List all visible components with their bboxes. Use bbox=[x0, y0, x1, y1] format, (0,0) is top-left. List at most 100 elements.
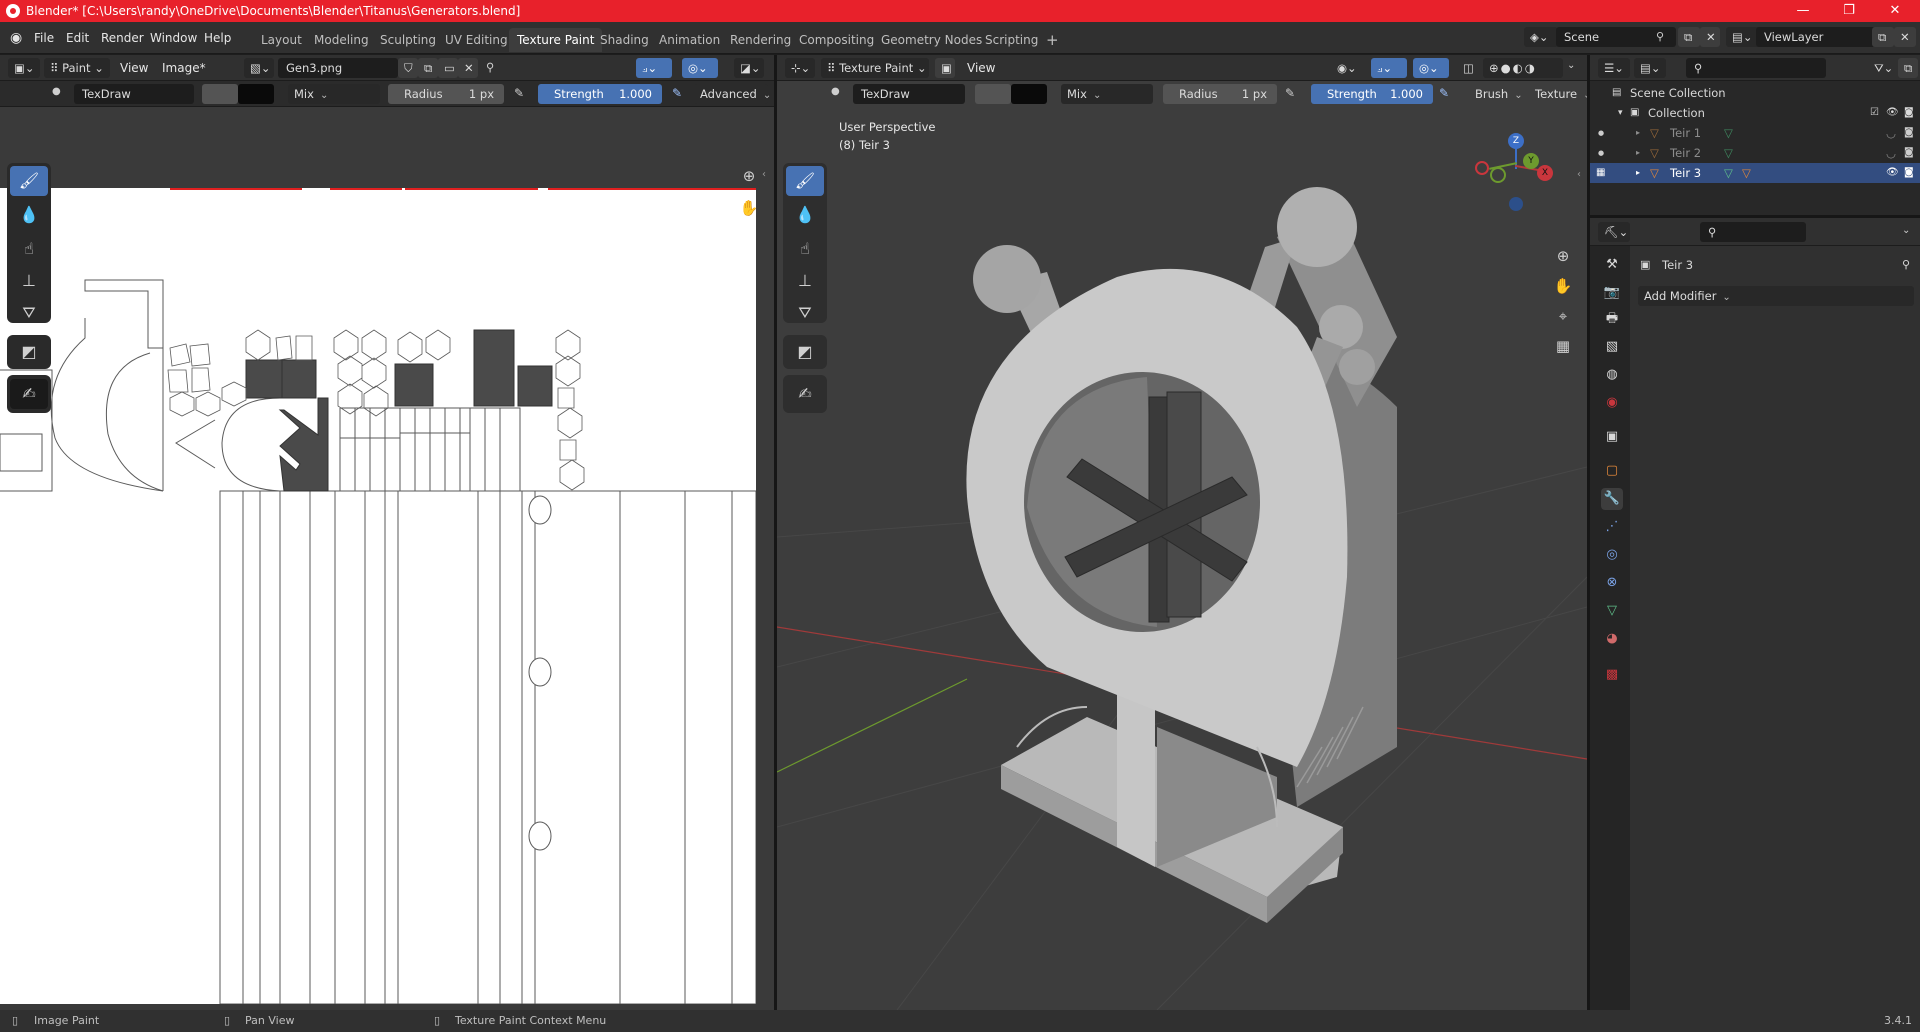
navigation-gizmo[interactable]: Z Y X bbox=[1461, 113, 1561, 213]
data-tab-icon[interactable]: ▽ bbox=[1601, 600, 1623, 622]
properties-editor-type-icon[interactable]: ⛏⌄ bbox=[1598, 222, 1630, 242]
close-button[interactable]: ✕ bbox=[1872, 0, 1918, 22]
scene-tab-icon[interactable]: ◍ bbox=[1601, 364, 1623, 386]
viewport-view-menu[interactable]: View bbox=[961, 58, 1001, 78]
delete-scene-icon[interactable]: ✕ bbox=[1700, 27, 1720, 47]
viewport-annotate-tool-icon[interactable]: ✍ bbox=[786, 379, 824, 409]
modifier-tab-icon[interactable]: 🔧 bbox=[1601, 488, 1623, 510]
menu-edit[interactable]: Edit bbox=[60, 28, 95, 48]
material-tab-icon[interactable]: ◕ bbox=[1601, 628, 1623, 650]
tab-modeling[interactable]: Modeling bbox=[306, 28, 377, 52]
teir3-visibility-icon[interactable]: 👁 bbox=[1886, 163, 1899, 183]
menu-file[interactable]: File bbox=[28, 28, 60, 48]
tab-scripting[interactable]: Scripting bbox=[977, 28, 1046, 52]
xray-icon[interactable]: ◫ bbox=[1457, 58, 1479, 78]
viewport-pan-icon[interactable]: ✋ bbox=[1550, 273, 1576, 299]
viewport-editor-type-icon[interactable]: ⊹⌄ bbox=[785, 58, 815, 78]
viewport-mask-tool-icon[interactable]: ◩ bbox=[786, 337, 824, 367]
open-image-icon[interactable]: ▭ bbox=[438, 58, 458, 78]
teir3-expand-icon[interactable]: ▸ bbox=[1636, 163, 1640, 183]
tab-compositing[interactable]: Compositing bbox=[791, 28, 882, 52]
image-view-menu[interactable]: View bbox=[114, 58, 154, 78]
viewport-fill-tool-icon[interactable]: ⛛ bbox=[786, 298, 824, 328]
viewport-smear-tool-icon[interactable]: ☝ bbox=[786, 234, 824, 264]
viewport-sidebar-toggle-icon[interactable]: ‹ bbox=[1577, 169, 1581, 180]
collection-expand-icon[interactable]: ▾ bbox=[1618, 103, 1623, 123]
object-tab-icon[interactable]: ▢ bbox=[1601, 460, 1623, 482]
brush-icon[interactable]: ● bbox=[52, 86, 61, 97]
outliner-row-teir1[interactable]: ● ▸ ▽ Teir 1 ▽ ◡ ◙ bbox=[1590, 123, 1920, 143]
fake-user-icon[interactable]: ⛉ bbox=[398, 58, 418, 78]
texture-paint-mode-dropdown[interactable]: ⠿ Texture Paint ⌄ bbox=[821, 58, 929, 78]
viewport-brush-icon[interactable]: ● bbox=[831, 86, 840, 97]
outliner-editor-type-icon[interactable]: ☰⌄ bbox=[1598, 58, 1630, 78]
collection-row[interactable]: ▾ ▣ Collection ☑ 👁 ◙ bbox=[1590, 103, 1920, 123]
pin-image-icon[interactable]: ⚲ bbox=[486, 60, 494, 74]
add-modifier-button[interactable]: Add Modifier bbox=[1638, 286, 1914, 306]
tab-animation[interactable]: Animation bbox=[651, 28, 728, 52]
collection-visibility-icon[interactable]: 👁 bbox=[1886, 103, 1899, 123]
gizmo-toggle-icon[interactable]: ⟓⌄ bbox=[1371, 58, 1407, 78]
viewport-soften-tool-icon[interactable]: 💧 bbox=[786, 200, 824, 230]
new-collection-icon[interactable]: ⧉ bbox=[1898, 58, 1918, 78]
viewport-pressure-strength-icon[interactable]: ✎ bbox=[1439, 86, 1449, 100]
radius-slider[interactable]: Radius 1 px bbox=[388, 84, 504, 104]
blend-mode-dropdown[interactable]: Mix bbox=[288, 84, 380, 104]
collection-checkbox-icon[interactable]: ☑ bbox=[1870, 103, 1879, 123]
viewlayer-selector-icon[interactable]: ▤⌄ bbox=[1726, 27, 1760, 47]
color-swatch-secondary[interactable] bbox=[238, 84, 274, 104]
pin-scene-icon[interactable]: ⚲ bbox=[1656, 30, 1664, 43]
paint-mode-dropdown[interactable]: ⠿ Paint ⌄ bbox=[44, 58, 110, 78]
pressure-radius-icon[interactable]: ✎ bbox=[514, 86, 524, 100]
collection-tab-icon[interactable]: ▣ bbox=[1601, 426, 1623, 448]
sidebar-toggle-icon[interactable]: ‹ bbox=[762, 169, 766, 180]
viewport-strength-slider[interactable]: Strength 1.000 bbox=[1311, 84, 1433, 104]
view-layer-tab-icon[interactable]: ▧ bbox=[1601, 336, 1623, 358]
viewport-pressure-radius-icon[interactable]: ✎ bbox=[1285, 86, 1295, 100]
teir1-expand-icon[interactable]: ▸ bbox=[1636, 123, 1640, 143]
gizmo-neg-x-ball[interactable] bbox=[1475, 161, 1489, 175]
shading-options-icon[interactable]: ⌄ bbox=[1567, 60, 1575, 71]
collection-render-icon[interactable]: ◙ bbox=[1904, 103, 1914, 123]
annotate-tool-icon[interactable]: ✍ bbox=[10, 379, 48, 409]
maximize-button[interactable]: ❐ bbox=[1826, 0, 1872, 22]
teir1-hidden-icon[interactable]: ◡ bbox=[1886, 123, 1896, 143]
particles-tab-icon[interactable]: ⋰ bbox=[1601, 516, 1623, 538]
scene-collection-row[interactable]: ▤ Scene Collection bbox=[1590, 83, 1920, 103]
uv-image[interactable] bbox=[0, 188, 756, 1004]
tab-geometry-nodes[interactable]: Geometry Nodes bbox=[873, 28, 990, 52]
color-swatch-primary[interactable] bbox=[202, 84, 238, 104]
gizmo-x-ball[interactable]: X bbox=[1537, 165, 1553, 181]
camera-view-icon[interactable]: ⌖ bbox=[1550, 303, 1576, 329]
gizmo-neg-y-ball[interactable] bbox=[1490, 167, 1506, 183]
viewport-draw-tool-icon[interactable]: 🖌 bbox=[786, 166, 824, 196]
viewport-color-primary[interactable] bbox=[975, 84, 1011, 104]
overlays-icon[interactable]: ◎⌄ bbox=[682, 58, 718, 78]
pressure-strength-icon[interactable]: ✎ bbox=[672, 86, 682, 100]
image-menu[interactable]: Image* bbox=[156, 58, 212, 78]
blender-menu-icon[interactable]: ◉ bbox=[4, 28, 28, 48]
gizmo-neg-z-ball[interactable] bbox=[1509, 197, 1523, 211]
constraints-tab-icon[interactable]: ⊗ bbox=[1601, 572, 1623, 594]
viewlayer-name-field[interactable]: ViewLayer bbox=[1756, 27, 1876, 47]
teir1-render-icon[interactable]: ◙ bbox=[1904, 123, 1914, 143]
viewport-clone-tool-icon[interactable]: ⊥ bbox=[786, 266, 824, 296]
physics-tab-icon[interactable]: ◎ bbox=[1601, 544, 1623, 566]
mask-tool-icon[interactable]: ◩ bbox=[10, 337, 48, 367]
editor-type-icon[interactable]: ▣⌄ bbox=[8, 58, 40, 78]
menu-help[interactable]: Help bbox=[198, 28, 237, 48]
viewport-brush-name-field[interactable]: TexDraw bbox=[853, 84, 965, 104]
menu-render[interactable]: Render bbox=[95, 28, 150, 48]
texture-tab-icon[interactable]: ▩ bbox=[1601, 664, 1623, 686]
viewport-radius-slider[interactable]: Radius 1 px bbox=[1163, 84, 1277, 104]
image-canvas-area[interactable]: 🖌 💧 ☝ ⊥ ⛛ ◩ ✍ ⊕ ✋ ‹ bbox=[0, 107, 774, 1010]
gizmo-y-ball[interactable]: Y bbox=[1523, 153, 1539, 169]
properties-options-icon[interactable]: ⌄ bbox=[1902, 225, 1910, 236]
draw-tool-icon[interactable]: 🖌 bbox=[10, 166, 48, 196]
zoom-icon[interactable]: ⊕ bbox=[736, 163, 762, 189]
advanced-dropdown[interactable]: Advanced bbox=[694, 84, 768, 104]
tab-shading[interactable]: Shading bbox=[592, 28, 657, 52]
viewport-color-secondary[interactable] bbox=[1011, 84, 1047, 104]
outliner-filter-icon[interactable]: ⛛⌄ bbox=[1868, 58, 1898, 78]
output-tab-icon[interactable]: 🖶 bbox=[1601, 308, 1623, 330]
